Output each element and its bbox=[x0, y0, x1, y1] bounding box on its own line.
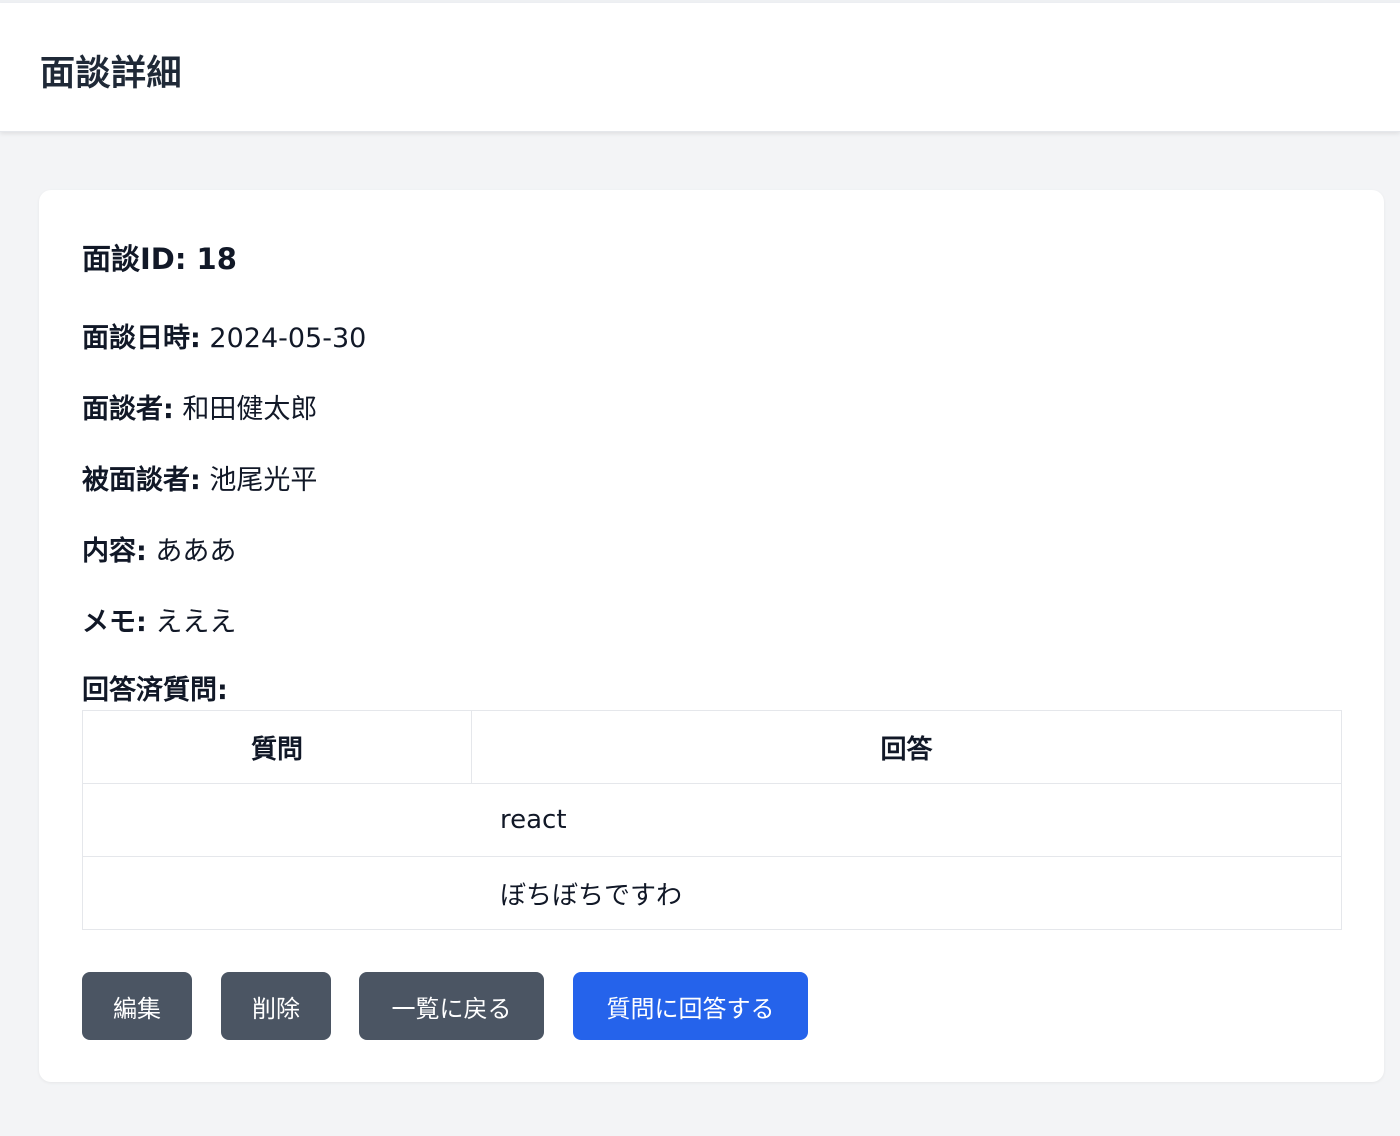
answered-questions-table: 質問 回答 react ぼちぼちですわ bbox=[82, 710, 1342, 930]
table-row: ぼちぼちですわ bbox=[82, 856, 1342, 930]
table-row: react bbox=[82, 783, 1342, 857]
answer-questions-button[interactable]: 質問に回答する bbox=[573, 972, 808, 1040]
interview-id: 面談ID: 18 bbox=[82, 242, 237, 276]
back-to-list-button[interactable]: 一覧に戻る bbox=[359, 972, 544, 1040]
page-header: 面談詳細 bbox=[0, 3, 1400, 132]
content-value: あああ bbox=[155, 536, 237, 567]
interview-detail-card: 面談ID: 18 面談日時: 2024-05-30 面談者: 和田健太郎 被面談… bbox=[39, 190, 1384, 1082]
memo-value: えええ bbox=[155, 607, 237, 638]
answer-text: ぼちぼちですわ bbox=[500, 880, 683, 911]
table-header-row: 質問 回答 bbox=[82, 710, 1342, 784]
delete-button[interactable]: 削除 bbox=[221, 972, 331, 1040]
memo-row: メモ: えええ bbox=[82, 607, 237, 638]
interviewee-row: 被面談者: 池尾光平 bbox=[82, 465, 318, 496]
table-cell: react bbox=[82, 783, 1342, 857]
edit-button[interactable]: 編集 bbox=[82, 972, 192, 1040]
answer-text: react bbox=[500, 805, 567, 835]
memo-label: メモ bbox=[82, 607, 136, 638]
content-label: 内容 bbox=[82, 536, 136, 567]
table-cell: ぼちぼちですわ bbox=[82, 856, 1342, 930]
content-row: 内容: あああ bbox=[82, 536, 237, 567]
interview-date-label: 面談日時 bbox=[82, 323, 190, 354]
interviewer-value: 和田健太郎 bbox=[182, 394, 318, 425]
page-title: 面談詳細 bbox=[40, 54, 183, 94]
column-header-answer: 回答 bbox=[471, 710, 1342, 784]
interviewee-label: 被面談者 bbox=[82, 465, 190, 496]
interviewer-label: 面談者 bbox=[82, 394, 163, 425]
answered-questions-title: 回答済質問: bbox=[82, 675, 228, 706]
interviewee-value: 池尾光平 bbox=[209, 465, 318, 496]
interview-date-row: 面談日時: 2024-05-30 bbox=[82, 323, 367, 354]
interviewer-row: 面談者: 和田健太郎 bbox=[82, 394, 318, 425]
interview-date-value: 2024-05-30 bbox=[209, 323, 367, 354]
column-header-question: 質問 bbox=[82, 710, 472, 784]
